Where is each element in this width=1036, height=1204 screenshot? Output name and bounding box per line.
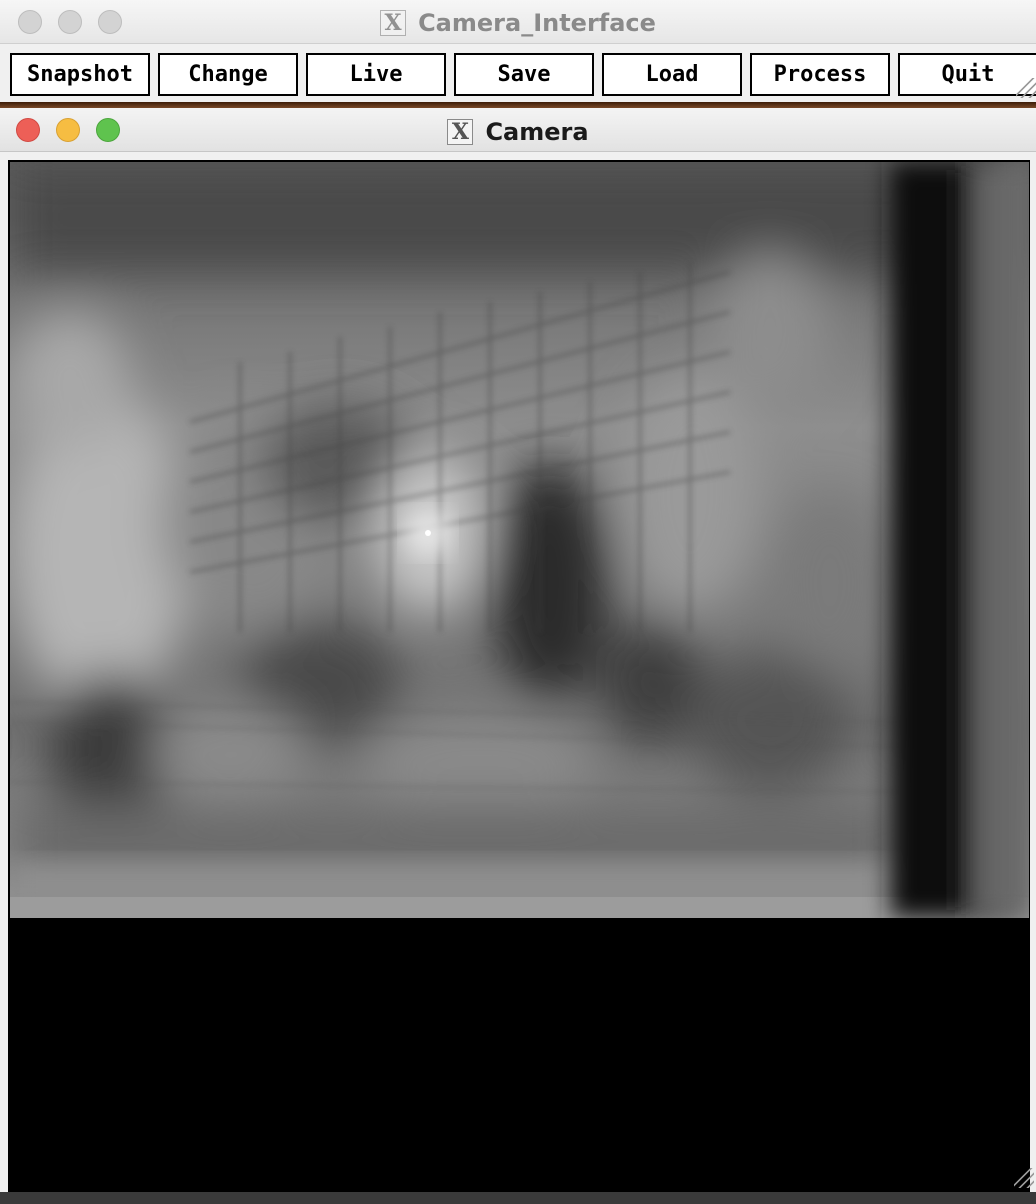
resize-grip-icon[interactable] [1016,78,1036,98]
background-terminal-edge [0,1192,1036,1204]
save-button[interactable]: Save [454,53,594,96]
x11-icon: X [447,119,474,145]
camera-interface-titlebar[interactable]: X Camera_Interface [0,0,1036,44]
change-button[interactable]: Change [158,53,298,96]
window-title-text: Camera_Interface [418,9,656,37]
window-title: X Camera_Interface [0,8,1036,37]
camera-canvas[interactable] [8,160,1030,1192]
camera-interface-window: X Camera_Interface Snapshot Change Live … [0,0,1036,108]
camera-window: X Camera [0,108,1036,1192]
camera-titlebar[interactable]: X Camera [0,108,1036,152]
snapshot-button[interactable]: Snapshot [10,53,150,96]
process-button[interactable]: Process [750,53,890,96]
button-toolbar: Snapshot Change Live Save Load Process Q… [0,44,1036,102]
window-title-text: Camera [485,118,589,146]
live-button[interactable]: Live [306,53,446,96]
load-button[interactable]: Load [602,53,742,96]
resize-grip-icon[interactable] [1014,1168,1034,1188]
camera-frame-image [10,162,1029,918]
x11-icon: X [380,10,407,36]
window-title: X Camera [0,117,1036,146]
